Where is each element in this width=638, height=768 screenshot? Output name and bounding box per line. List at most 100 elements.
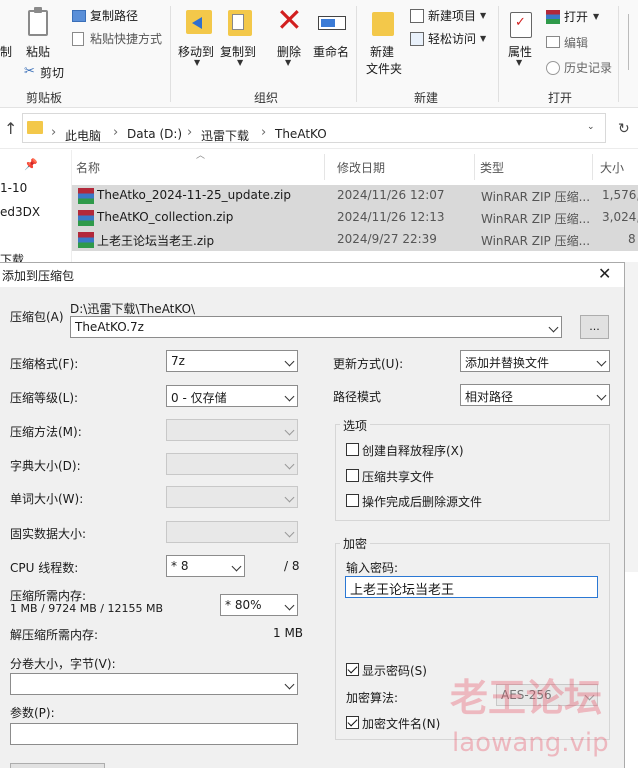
select-all-icon[interactable] [628, 14, 638, 70]
sort-ascending-icon: ︿ [196, 151, 206, 161]
navigation-pane: 📌 1-10 ed3DX 下载 [0, 150, 72, 267]
close-icon[interactable]: ✕ [598, 264, 611, 283]
chevron-down-icon [284, 425, 295, 436]
zip-file-icon [78, 232, 94, 248]
paste-button[interactable]: 粘贴 [26, 44, 50, 60]
edit-button[interactable]: 编辑 [564, 35, 588, 51]
nav-item[interactable]: 1-10 [0, 181, 27, 195]
table-row[interactable]: 上老王论坛当老王.zip 2024/9/27 22:39 WinRAR ZIP … [72, 229, 638, 251]
paste-shortcut-button[interactable]: 粘贴快捷方式 [90, 31, 162, 47]
decompress-memory-label: 解压缩所需内存: [10, 628, 99, 642]
split-size-select[interactable] [10, 673, 298, 695]
new-item-icon [410, 9, 424, 23]
archive-directory: D:\迅雷下载\TheAtKO\ [70, 302, 196, 316]
address-bar: ↑ › 此电脑 › Data (D:) › 迅雷下载 › TheAtKO ⌄ ↻ [0, 109, 638, 149]
ok-button[interactable] [10, 763, 105, 768]
cpu-threads-select[interactable]: * 8 [166, 555, 245, 577]
new-folder-button-line2[interactable]: 文件夹 [366, 61, 402, 77]
file-date: 2024/11/26 12:13 [337, 210, 445, 224]
archive-name-combo[interactable]: TheAtKO.7z [70, 316, 562, 338]
update-mode-value: 添加并替换文件 [465, 356, 550, 370]
file-type: WinRAR ZIP 压缩... [481, 190, 589, 204]
memory-detail: 1 MB / 9724 MB / 12155 MB [10, 602, 163, 615]
copy-path-button[interactable]: 复制路径 [90, 8, 138, 24]
column-divider[interactable] [474, 154, 475, 180]
chevron-down-icon [284, 391, 295, 402]
rename-icon [318, 16, 346, 30]
sfx-checkbox[interactable] [346, 443, 359, 456]
open-group-label: 打开 [548, 91, 573, 105]
breadcrumb-this-pc[interactable]: 此电脑 [65, 127, 101, 144]
cpu-threads-label: CPU 线程数: [10, 561, 79, 575]
file-size: 1,576, [602, 188, 638, 202]
shared-files-checkbox[interactable] [346, 469, 359, 482]
new-folder-button[interactable]: 新建 [370, 44, 394, 60]
pin-icon: 📌 [24, 158, 38, 171]
column-header-date[interactable]: 修改日期 [337, 159, 385, 176]
column-header-size[interactable]: 大小 [600, 159, 624, 176]
file-date: 2024/11/26 12:07 [337, 188, 445, 202]
column-divider[interactable] [324, 154, 325, 180]
encrypt-filenames-checkbox[interactable] [346, 716, 359, 729]
sfx-label: 创建自释放程序(X) [362, 444, 464, 458]
chevron-down-icon [548, 322, 559, 333]
dialog-titlebar: 添加到压缩包 ✕ [0, 263, 624, 287]
browse-button[interactable]: ... [580, 315, 609, 339]
table-row[interactable]: TheAtko_2024-11-25_update.zip 2024/11/26… [72, 185, 638, 207]
update-mode-select[interactable]: 添加并替换文件 [460, 350, 610, 372]
column-header-type[interactable]: 类型 [480, 159, 504, 176]
delete-after-checkbox[interactable] [346, 494, 359, 507]
refresh-icon[interactable]: ↻ [618, 121, 630, 137]
chevron-down-icon: ▼ [480, 34, 487, 43]
column-header-name[interactable]: 名称 [76, 159, 100, 176]
breadcrumb[interactable]: › 此电脑 › Data (D:) › 迅雷下载 › TheAtKO ⌄ [22, 113, 606, 143]
history-button[interactable]: 历史记录 [564, 60, 612, 76]
solid-block-label: 固实数据大小: [10, 527, 87, 541]
new-item-button[interactable]: 新建项目 [428, 8, 476, 24]
path-mode-select[interactable]: 相对路径 [460, 384, 610, 406]
memory-percent-select[interactable]: * 80% [220, 594, 298, 616]
chevron-down-icon: ▼ [285, 58, 292, 67]
table-row[interactable]: TheAtKO_collection.zip 2024/11/26 12:13 … [72, 207, 638, 229]
format-select[interactable]: 7z [166, 350, 298, 372]
decompress-memory-value: 1 MB [273, 626, 304, 640]
column-divider[interactable] [592, 154, 593, 180]
ribbon: 制 粘贴 复制路径 粘贴快捷方式 ✂ 剪切 剪贴板 移动到 ▼ 复制到 ▼ ✕ … [0, 0, 638, 108]
parameters-input[interactable] [10, 723, 298, 745]
chevron-right-icon: › [113, 125, 119, 140]
nav-item[interactable]: ed3DX [0, 205, 40, 219]
breadcrumb-xunlei[interactable]: 迅雷下载 [201, 127, 249, 144]
breadcrumb-data-drive[interactable]: Data (D:) [127, 127, 182, 141]
group-divider [618, 6, 619, 102]
chevron-down-icon: ▼ [194, 58, 201, 67]
up-arrow-icon[interactable]: ↑ [4, 119, 17, 138]
cpu-threads-max: / 8 [284, 559, 300, 573]
password-input[interactable]: 上老王论坛当老王 [345, 576, 598, 598]
rename-button[interactable]: 重命名 [313, 44, 349, 60]
group-divider [356, 6, 357, 102]
folder-icon [27, 121, 43, 134]
show-password-checkbox[interactable] [346, 663, 359, 676]
easy-access-button[interactable]: 轻松访问 [428, 31, 476, 47]
group-divider [498, 6, 499, 102]
easy-access-icon [410, 32, 424, 46]
clipboard-group-label: 剪贴板 [26, 91, 63, 105]
properties-icon: ✓ [510, 12, 532, 38]
chevron-down-icon[interactable]: ⌄ [587, 122, 595, 132]
level-label: 压缩等级(L): [10, 391, 79, 405]
delete-icon: ✕ [276, 1, 303, 39]
show-password-label: 显示密码(S) [362, 664, 427, 678]
level-select[interactable]: 0 - 仅存储 [166, 385, 298, 407]
level-value: 0 - 仅存储 [171, 391, 227, 405]
pin-to-quick-access-button[interactable]: 制 [0, 44, 12, 60]
group-divider [170, 6, 171, 102]
chevron-down-icon: ▼ [237, 58, 244, 67]
cut-button[interactable]: 剪切 [40, 65, 64, 81]
path-mode-label: 路径模式 [333, 390, 382, 404]
open-button[interactable]: 打开 [564, 9, 588, 25]
chevron-down-icon [284, 527, 295, 538]
file-name: TheAtKO_collection.zip [97, 210, 234, 224]
chevron-down-icon: ▼ [480, 11, 487, 20]
new-folder-icon [372, 12, 394, 36]
breadcrumb-theatko[interactable]: TheAtKO [275, 127, 327, 141]
